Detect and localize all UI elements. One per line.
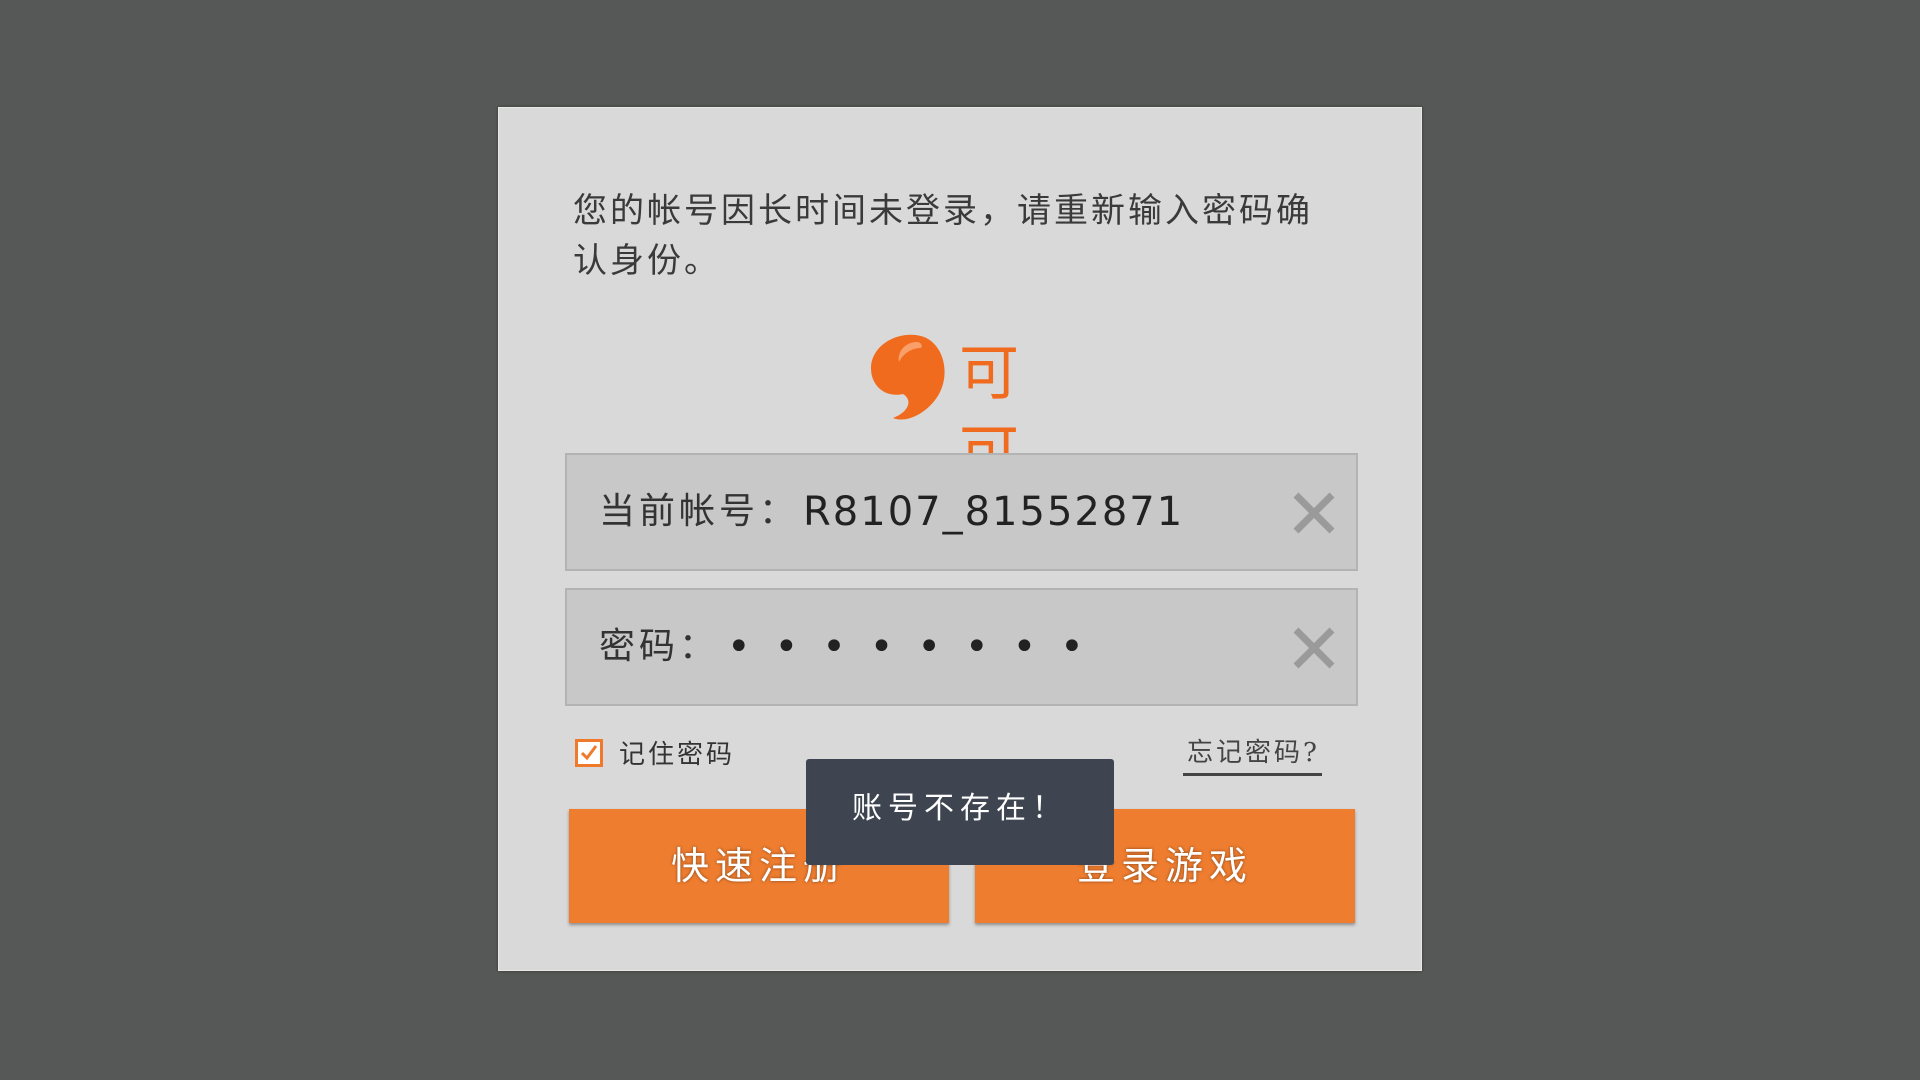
remember-password-toggle[interactable]: 记住密码 [575,734,735,771]
account-label: 当前帐号： [599,491,800,532]
remember-label: 记住密码 [619,740,736,770]
password-label: 密码： [599,626,720,667]
logo-icon [871,334,945,420]
account-clear-button[interactable] [1292,491,1336,535]
account-field[interactable]: 当前帐号： R8107_81552871 [565,453,1358,571]
password-clear-button[interactable] [1292,626,1336,670]
account-value[interactable]: R8107_81552871 [803,455,1184,569]
close-icon [1293,492,1335,534]
password-masked-value[interactable]: •••••••• [727,590,1108,704]
close-icon [1293,627,1335,669]
relogin-notice: 您的帐号因长时间未登录，请重新输入密码确认身份。 [573,191,1313,281]
remember-checkbox[interactable] [575,738,603,767]
error-toast: 账号不存在！ [806,759,1114,865]
checkmark-icon [580,744,598,760]
app-logo: 可可 [863,328,1063,489]
forgot-password-link[interactable]: 忘记密码? [1183,732,1322,776]
password-field[interactable]: 密码： •••••••• [565,588,1358,706]
